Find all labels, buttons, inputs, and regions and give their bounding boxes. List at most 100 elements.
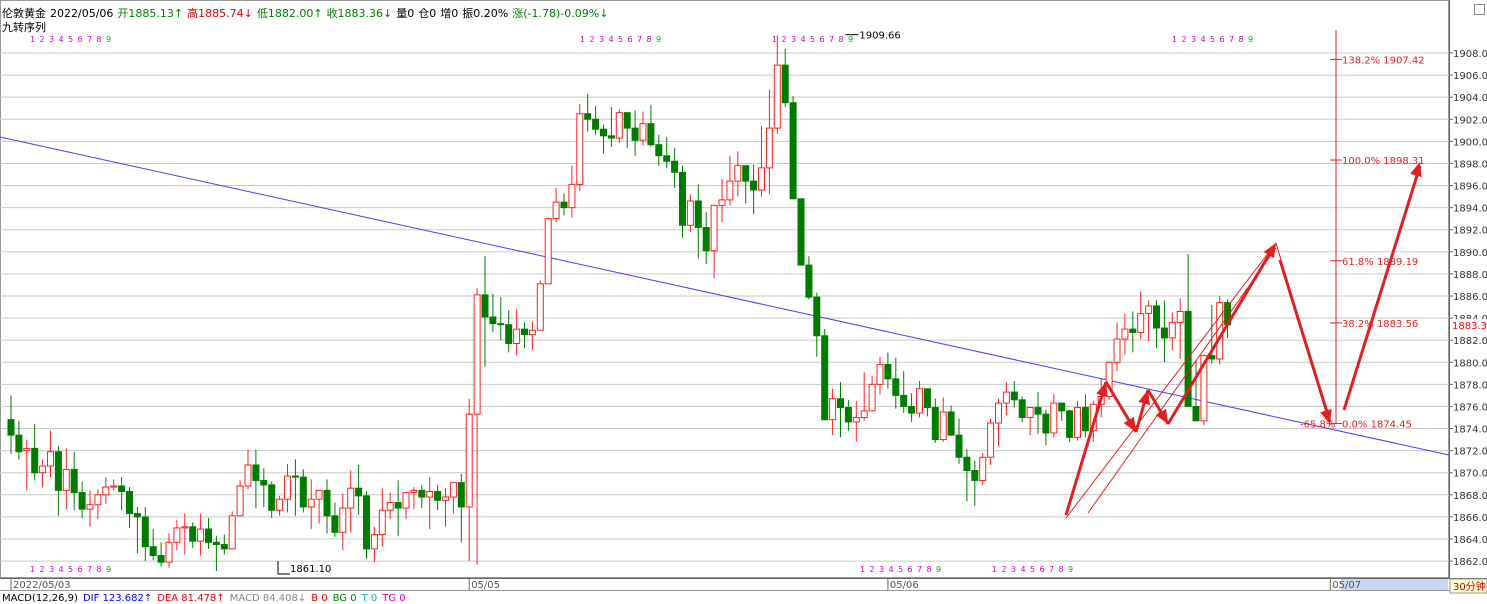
drawn-arrow-shaft (1278, 259, 1332, 423)
candle-body (1176, 310, 1184, 323)
count-number: 4 (59, 565, 64, 574)
count-number: 5 (810, 35, 815, 44)
count-number: 8 (839, 35, 844, 44)
candle-body (758, 167, 765, 191)
candle-body (995, 402, 1002, 424)
candle-body (386, 502, 394, 511)
amplitude-value: 振0.20% (462, 7, 509, 20)
candle-body (1121, 328, 1129, 340)
candle-body (299, 476, 307, 508)
candle-body (837, 398, 844, 409)
candle-body (528, 329, 536, 336)
candle-body (434, 490, 442, 501)
candle-body (118, 485, 126, 492)
candle-body (70, 468, 78, 494)
candle-body (449, 482, 457, 498)
candle-body (607, 135, 615, 139)
maximize-icon[interactable] (1474, 4, 1485, 15)
candle-body (868, 383, 876, 412)
fib-level-label: 100.0% 1898.31 (1342, 156, 1425, 167)
candle-body (402, 492, 410, 509)
candle-body (923, 388, 931, 409)
candle-body (1042, 413, 1050, 434)
candle-body (260, 479, 268, 486)
fib-level-label: 138.2% 1907.42 (1342, 55, 1425, 66)
count-number: 9 (936, 565, 941, 574)
candle-body (750, 180, 758, 191)
y-tick-label: 1896.00 (1453, 182, 1487, 193)
macd-b: B 0 (311, 593, 328, 604)
candle-body (418, 489, 426, 498)
count-number: 1 (1172, 35, 1177, 44)
count-number: 9 (1248, 35, 1253, 44)
candle-body (1081, 407, 1089, 432)
count-number: 2 (870, 565, 875, 574)
candle-body (663, 155, 671, 162)
fib-level-label: 38.2% 1883.56 (1342, 319, 1418, 330)
candle-body (355, 487, 363, 497)
candle-body (1129, 328, 1137, 333)
candle-body (39, 465, 47, 474)
count-number: 7 (1049, 565, 1054, 574)
candle-body (291, 475, 299, 478)
y-tick-label: 1886.00 (1453, 292, 1487, 303)
count-number: 4 (889, 565, 894, 574)
candlestick-chart: 1908.00 1906.00 1904.00 1902.00 1900.00 1898.… (0, 0, 1487, 594)
y-tick-label: 1876.00 (1453, 402, 1487, 413)
candle-body (284, 475, 291, 500)
candle-body (655, 144, 663, 157)
high-value: 高1885.74↓ (187, 7, 253, 20)
candle-body (513, 328, 521, 344)
count-number: 5 (1030, 565, 1035, 574)
candle-body (173, 527, 181, 543)
x-tick-label: 05/07 (1332, 580, 1361, 591)
count-number: 4 (59, 35, 64, 44)
count-number: 2 (1182, 35, 1187, 44)
y-tick-label: 1868.00 (1453, 491, 1487, 502)
count-number: 6 (1220, 35, 1225, 44)
candle-body (560, 201, 568, 209)
count-number: 7 (637, 35, 642, 44)
count-number: 3 (49, 565, 54, 574)
candle-body (252, 464, 260, 481)
count-number: 1 (992, 565, 997, 574)
y-tick-label: 1872.00 (1453, 447, 1487, 458)
candle-body (600, 128, 607, 137)
chart-window: 1908.00 1906.00 1904.00 1902.00 1900.00 1898.… (0, 0, 1487, 604)
y-tick-label: 1902.00 (1453, 115, 1487, 126)
candle-body (62, 468, 70, 491)
candle-body (1066, 410, 1074, 438)
candle-body (94, 494, 102, 506)
count-number: 4 (1201, 35, 1206, 44)
change-value: 涨(-1.78)-0.09%↓ (512, 7, 609, 20)
candle-body (679, 171, 686, 226)
candle-body (23, 447, 31, 452)
count-number: 5 (68, 35, 73, 44)
count-number: 1 (860, 565, 865, 574)
y-tick-label: 1864.00 (1453, 535, 1487, 546)
count-number: 8 (927, 565, 932, 574)
candle-body (884, 363, 892, 380)
candle-body (647, 123, 655, 146)
candle-body (149, 546, 157, 557)
count-number: 8 (647, 35, 652, 44)
candle-body (900, 394, 908, 407)
candle-body (1145, 305, 1153, 315)
candle-body (797, 198, 805, 266)
candle-body (339, 507, 347, 533)
count-number: 6 (628, 35, 633, 44)
quote-date: 2022/05/06 (50, 7, 114, 20)
fib-level-label: 0.0% 1874.45 (1342, 420, 1412, 431)
count-number: 9 (106, 35, 111, 44)
candle-body (1026, 407, 1034, 418)
low-value: 低1882.00↑ (256, 7, 323, 20)
count-number: 2 (782, 35, 787, 44)
candle-body (971, 470, 979, 481)
count-number: 1 (580, 35, 585, 44)
candle-body (584, 113, 592, 120)
y-tick-label: 1866.00 (1453, 513, 1487, 524)
candle-body (631, 127, 639, 141)
count-number: 5 (1210, 35, 1215, 44)
candle-body (805, 264, 813, 298)
count-number: 7 (87, 565, 92, 574)
